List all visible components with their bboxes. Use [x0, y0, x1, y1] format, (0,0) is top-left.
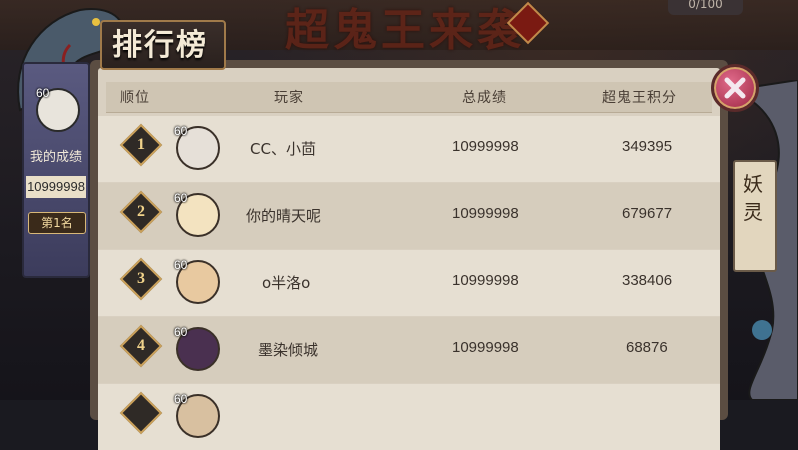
my-score-label: 我的成绩 [29, 150, 82, 165]
panel-title: 排行榜 [112, 28, 208, 63]
rank-number: 3 [137, 270, 145, 287]
table-row[interactable]: 60 [98, 384, 720, 450]
header-rank: 顺位 [120, 90, 150, 106]
leaderboard-panel: 顺位 玩家 总成绩 超鬼王积分 1 60 CC、小茴 10999998 3493… [90, 60, 728, 450]
player-name: o半洛o [262, 274, 311, 292]
player-boss-points: 338406 [622, 272, 673, 289]
player-total-score: 10999998 [452, 205, 519, 222]
player-name: CC、小茴 [250, 140, 316, 158]
my-score-value: 10999998 [26, 176, 86, 198]
header-total-score: 总成绩 [462, 90, 507, 106]
leaderboard-parchment: 顺位 玩家 总成绩 超鬼王积分 1 60 CC、小茴 10999998 3493… [98, 68, 720, 450]
player-name: 你的晴天呢 [246, 207, 322, 225]
close-button[interactable] [711, 64, 759, 112]
table-row[interactable]: 1 60 CC、小茴 10999998 349395 [98, 116, 720, 182]
rank-number: 1 [137, 136, 145, 153]
player-boss-points: 679677 [622, 205, 673, 222]
player-total-score: 10999998 [452, 138, 519, 155]
player-level: 60 [174, 191, 188, 205]
player-level: 60 [174, 258, 188, 272]
table-row[interactable]: 3 60 o半洛o 10999998 338406 [98, 250, 720, 316]
my-score-panel: 60 我的成绩 10999998 第1名 [22, 62, 90, 278]
my-level-badge: 60 [36, 86, 50, 100]
player-total-score: 10999998 [452, 272, 519, 289]
background-event-title: 超鬼王来袭 [285, 5, 525, 56]
table-row[interactable]: 4 60 墨染倾城 10999998 68876 [98, 317, 720, 383]
side-tab-label: 妖灵 [743, 172, 763, 224]
player-level: 60 [174, 392, 188, 406]
rank-number: 2 [137, 203, 145, 220]
my-rank-badge: 第1名 [28, 212, 86, 234]
header-player: 玩家 [274, 90, 304, 106]
table-row[interactable]: 2 60 你的晴天呢 10999998 679677 [98, 183, 720, 249]
player-level: 60 [174, 124, 188, 138]
player-boss-points: 349395 [622, 138, 673, 155]
rank-diamond-icon [119, 391, 163, 435]
player-boss-points: 68876 [626, 339, 668, 356]
player-name: 墨染倾城 [258, 341, 319, 359]
background-counter: 0/100 [668, 0, 743, 15]
close-x-icon [724, 77, 746, 99]
rank-number: 4 [137, 337, 145, 354]
player-level: 60 [174, 325, 188, 339]
header-boss-points: 超鬼王积分 [602, 90, 677, 106]
player-total-score: 10999998 [452, 339, 519, 356]
table-header: 顺位 玩家 总成绩 超鬼王积分 [106, 82, 712, 113]
